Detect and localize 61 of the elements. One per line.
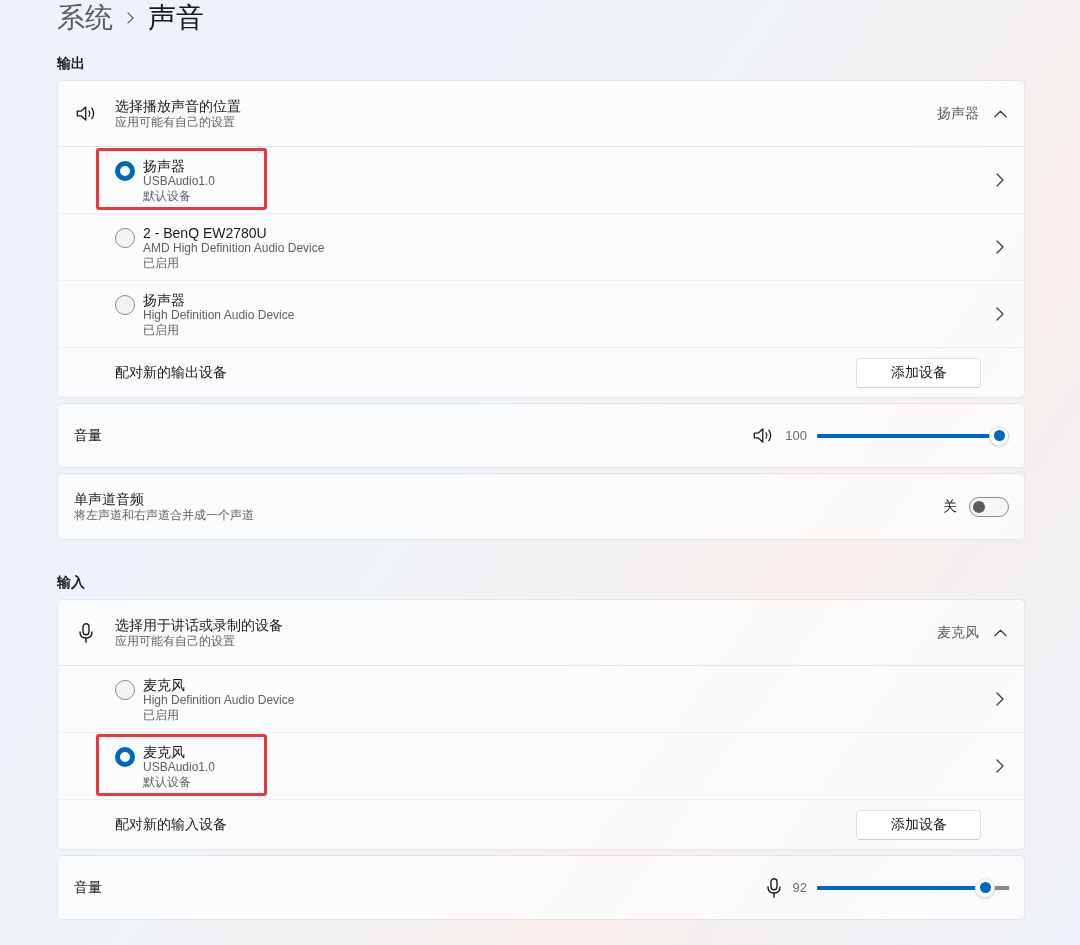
chevron-right-icon [996, 240, 1004, 254]
volume-reading: 100 [785, 426, 807, 445]
selected-device-value: 扬声器 [937, 104, 979, 123]
device-detail: USBAudio1.0 [143, 174, 216, 189]
pair-device-label: 配对新的输出设备 [115, 363, 227, 382]
device-name: 麦克风 [143, 744, 186, 760]
add-device-button[interactable]: 添加设备 [856, 809, 981, 840]
device-detail: USBAudio1.0 [143, 760, 216, 775]
radio-button[interactable] [115, 295, 135, 315]
toggle-state-label: 关 [943, 497, 957, 516]
setting-title: 单声道音频 [74, 490, 145, 508]
picker-subtitle: 应用可能有自己的设置 [115, 633, 236, 649]
picker-title: 选择用于讲话或录制的设备 [115, 616, 283, 634]
device-row[interactable]: 2 - BenQ EW2780U AMD High Definition Audio Device 已启用 [58, 214, 1024, 281]
device-row[interactable]: 麦克风 USBAudio1.0 默认设备 [58, 733, 1024, 800]
chevron-right-icon [996, 759, 1004, 773]
device-detail: High Definition Audio Device [143, 308, 295, 323]
device-detail: AMD High Definition Audio Device [143, 241, 325, 256]
toggle-switch[interactable] [969, 496, 1009, 517]
device-picker-header[interactable]: 选择用于讲话或录制的设备 应用可能有自己的设置 麦克风 [58, 600, 1024, 666]
slider-thumb[interactable] [975, 877, 996, 898]
chevron-right-icon [996, 307, 1004, 321]
breadcrumb-link[interactable]: 系统 [57, 0, 113, 36]
device-name: 麦克风 [143, 677, 186, 693]
slider-thumb[interactable] [989, 425, 1009, 446]
device-status: 默认设备 [143, 775, 192, 790]
device-picker-header[interactable]: 选择播放声音的位置 应用可能有自己的设置 扬声器 [58, 81, 1024, 147]
device-row[interactable]: 扬声器 High Definition Audio Device 已启用 [58, 281, 1024, 348]
device-status: 已启用 [143, 708, 180, 723]
section-heading: 输出 [57, 55, 86, 71]
page-title: 声音 [148, 1, 204, 35]
radio-button[interactable] [115, 228, 135, 248]
picker-subtitle: 应用可能有自己的设置 [115, 114, 236, 130]
device-row[interactable]: 麦克风 High Definition Audio Device 已启用 [58, 666, 1024, 733]
device-detail: High Definition Audio Device [143, 693, 295, 708]
breadcrumb-chevron-icon [127, 12, 134, 24]
device-status: 已启用 [143, 256, 180, 271]
device-name: 2 - BenQ EW2780U [143, 225, 268, 241]
selected-device-value: 麦克风 [937, 623, 979, 642]
section-heading: 输入 [57, 574, 86, 590]
device-status: 默认设备 [143, 189, 192, 204]
microphone-icon [79, 622, 93, 643]
device-name: 扬声器 [143, 158, 186, 174]
volume-label: 音量 [74, 426, 102, 445]
picker-title: 选择播放声音的位置 [115, 97, 241, 115]
setting-subtitle: 将左声道和右声道合并成一个声道 [74, 507, 254, 523]
radio-button[interactable] [115, 161, 135, 181]
volume-label: 音量 [74, 878, 102, 897]
radio-button[interactable] [115, 747, 135, 767]
device-status: 已启用 [143, 323, 180, 338]
volume-reading: 92 [792, 878, 807, 897]
speaker-icon [753, 427, 774, 444]
chevron-right-icon [996, 692, 1004, 706]
radio-button[interactable] [115, 680, 135, 700]
chevron-right-icon [996, 173, 1004, 187]
microphone-icon [766, 877, 781, 898]
device-row[interactable]: 扬声器 USBAudio1.0 默认设备 [58, 147, 1024, 214]
device-name: 扬声器 [143, 292, 186, 308]
add-device-button[interactable]: 添加设备 [856, 357, 981, 388]
pair-device-label: 配对新的输入设备 [115, 815, 227, 834]
speaker-icon [76, 105, 96, 122]
